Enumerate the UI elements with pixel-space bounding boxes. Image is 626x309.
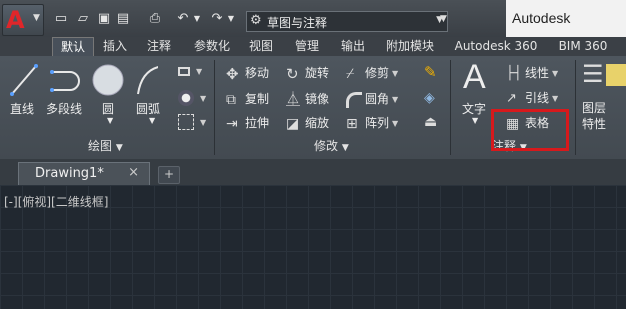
modify-panel-title[interactable]: 修改 ▼	[314, 137, 349, 156]
tab-output[interactable]: 输出	[336, 37, 370, 56]
tab-insert[interactable]: 插入	[98, 37, 132, 56]
layer-properties-button-line1[interactable]: 图层	[582, 99, 606, 116]
text-icon[interactable]: A	[463, 58, 486, 97]
move-icon: ✥	[226, 64, 239, 83]
layer-properties-button-line2[interactable]: 特性	[582, 115, 606, 132]
panel-divider	[575, 60, 576, 155]
rectangle-icon	[178, 67, 190, 76]
table-highlight-box	[491, 109, 569, 151]
leader-icon: ↗	[506, 90, 517, 106]
offset-button[interactable]: ⏏	[424, 114, 443, 130]
hatch-tool[interactable]: ▼	[178, 90, 206, 106]
autocad-logo-icon: A	[6, 6, 25, 34]
chevron-down-icon: ▼	[33, 13, 40, 23]
rotate-icon: ↻	[286, 64, 299, 83]
new-icon[interactable]: ▭	[54, 12, 68, 26]
circle-button[interactable]: 圆	[102, 100, 114, 117]
workspace-selector[interactable]: ⚙ 草图与注释 ▼	[246, 11, 448, 32]
chevron-down-icon[interactable]: ▼	[149, 116, 155, 125]
tab-addins[interactable]: 附加模块	[380, 37, 440, 56]
polyline-icon-endpoint	[50, 70, 54, 74]
tab-autodesk-360[interactable]: Autodesk 360	[450, 37, 542, 56]
explode-button[interactable]: ◈	[424, 90, 443, 106]
drawing-tab[interactable]: Drawing1* ×	[18, 162, 150, 185]
layer-properties-icon[interactable]: ☰	[582, 60, 604, 88]
line-button[interactable]: 直线	[10, 100, 34, 117]
trim-button[interactable]: ⌿ 修剪 ▼	[346, 64, 398, 82]
explode-icon: ◈	[424, 90, 435, 106]
viewport-controls[interactable]: [-][俯视][二维线框]	[4, 193, 108, 210]
undo-dropdown-icon[interactable]: ▼	[190, 12, 204, 26]
open-icon[interactable]: ▱	[76, 12, 90, 26]
layer-swatch-icon	[606, 64, 626, 86]
redo-icon[interactable]: ↷	[210, 12, 224, 26]
arc-button[interactable]: 圆弧	[136, 100, 160, 117]
undo-icon[interactable]: ↶	[176, 12, 190, 26]
new-drawing-tab-button[interactable]: +	[158, 166, 180, 184]
copy-icon: ⧉	[226, 91, 236, 108]
tab-view[interactable]: 视图	[244, 37, 278, 56]
polyline-button[interactable]: 多段线	[46, 100, 82, 117]
fillet-button[interactable]: 圆角 ▼	[346, 90, 398, 108]
mirror-icon: ⏅	[286, 91, 300, 108]
stretch-icon: ⇥	[226, 115, 238, 132]
rectangle-tool[interactable]: ▼	[178, 64, 202, 78]
erase-button[interactable]: ✎	[424, 64, 443, 80]
scale-icon: ◪	[286, 115, 300, 132]
polyline-icon-endpoint	[50, 88, 54, 92]
chevron-down-icon: ▼	[341, 143, 349, 153]
polyline-icon	[52, 71, 80, 91]
offset-icon: ⏏	[424, 114, 438, 130]
workspace-name: 草图与注释	[267, 16, 328, 30]
tab-default[interactable]: 默认	[52, 37, 94, 56]
ribbon-tab-bar: 默认 插入 注释 参数化 视图 管理 输出 附加模块 Autodesk 360 …	[0, 37, 626, 56]
array-icon: ⊞	[346, 115, 358, 132]
save-icon[interactable]: ▣	[97, 12, 111, 26]
drawing-tab-label: Drawing1*	[35, 166, 104, 181]
chevron-down-icon: ▼	[115, 143, 123, 153]
redo-dropdown-icon[interactable]: ▼	[224, 12, 238, 26]
customize-qat-icon[interactable]: ▼	[440, 14, 447, 24]
leader-button[interactable]: ↗ 引线 ▼	[506, 89, 558, 107]
panel-divider	[214, 60, 215, 155]
save-as-icon[interactable]: ▤	[116, 12, 130, 26]
text-button[interactable]: 文字	[462, 100, 486, 117]
boundary-tool[interactable]: ▼	[178, 114, 206, 130]
rotate-button[interactable]: ↻ 旋转	[286, 64, 329, 82]
line-icon-endpoint	[34, 64, 38, 68]
draw-panel-title[interactable]: 绘图 ▼	[88, 137, 123, 156]
application-menu-button[interactable]: A ▼	[2, 4, 44, 36]
tab-parametric[interactable]: 参数化	[188, 37, 236, 56]
close-icon[interactable]: ×	[128, 165, 139, 180]
move-button[interactable]: ✥ 移动	[226, 64, 269, 82]
hatch-icon	[178, 90, 194, 106]
arc-icon	[137, 66, 158, 95]
chevron-down-icon[interactable]: ▼	[107, 116, 113, 125]
stretch-button[interactable]: ⇥ 拉伸	[226, 114, 269, 132]
tab-manage[interactable]: 管理	[290, 37, 324, 56]
linear-dimension-icon: ├┤	[506, 65, 522, 81]
fillet-icon	[346, 91, 362, 108]
circle-icon	[92, 64, 124, 96]
copy-button[interactable]: ⧉ 复制	[226, 90, 269, 108]
mirror-button[interactable]: ⏅ 镜像	[286, 90, 329, 108]
chevron-down-icon[interactable]: ▼	[472, 116, 478, 125]
line-icon	[11, 65, 37, 95]
trim-icon: ⌿	[346, 65, 355, 82]
gear-icon: ⚙	[250, 13, 262, 28]
scale-button[interactable]: ◪ 缩放	[286, 114, 329, 132]
tab-annotate[interactable]: 注释	[142, 37, 176, 56]
erase-icon: ✎	[424, 63, 437, 81]
draw-tool-icons	[10, 64, 158, 96]
app-title: Autodesk AutoCAD	[506, 0, 626, 63]
panel-divider	[450, 60, 451, 155]
line-icon-endpoint	[10, 92, 14, 96]
linear-dimension-button[interactable]: ├┤ 线性 ▼	[506, 64, 558, 82]
tab-bim-360[interactable]: BIM 360	[552, 37, 614, 56]
array-button[interactable]: ⊞ 阵列 ▼	[346, 114, 398, 132]
print-icon[interactable]: ⎙	[148, 12, 162, 26]
boundary-icon	[178, 114, 194, 130]
